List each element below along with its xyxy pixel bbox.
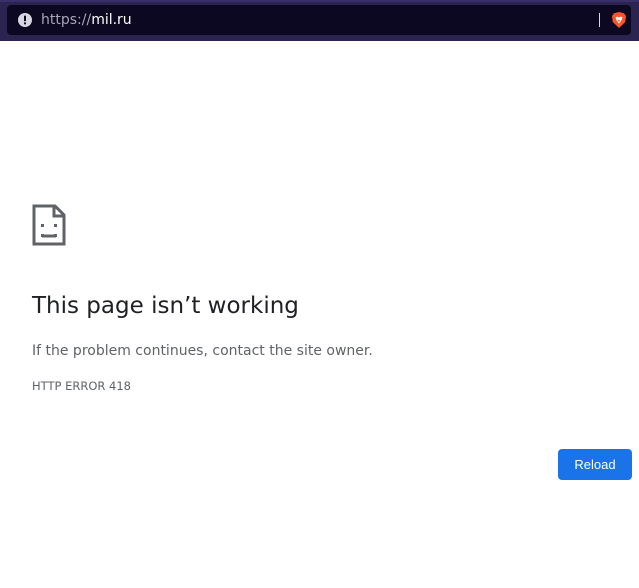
error-page: This page isn’t working If the problem c… [0, 41, 639, 588]
error-message: If the problem continues, contact the si… [32, 343, 373, 359]
url-scheme: https:// [41, 12, 92, 28]
brave-shield-icon[interactable] [610, 11, 628, 29]
error-title: This page isn’t working [32, 293, 299, 319]
url-text[interactable]: https://mil.ru [41, 11, 132, 29]
info-circle-icon[interactable] [17, 12, 33, 28]
url-host: mil.ru [91, 12, 132, 28]
toolbar-edge [0, 0, 639, 2]
browser-toolbar: https://mil.ru [0, 0, 639, 41]
address-bar[interactable]: https://mil.ru [7, 5, 631, 35]
url-divider [599, 13, 600, 27]
error-code: HTTP ERROR 418 [32, 379, 131, 393]
sad-page-icon [32, 204, 66, 246]
reload-button[interactable]: Reload [558, 449, 632, 480]
